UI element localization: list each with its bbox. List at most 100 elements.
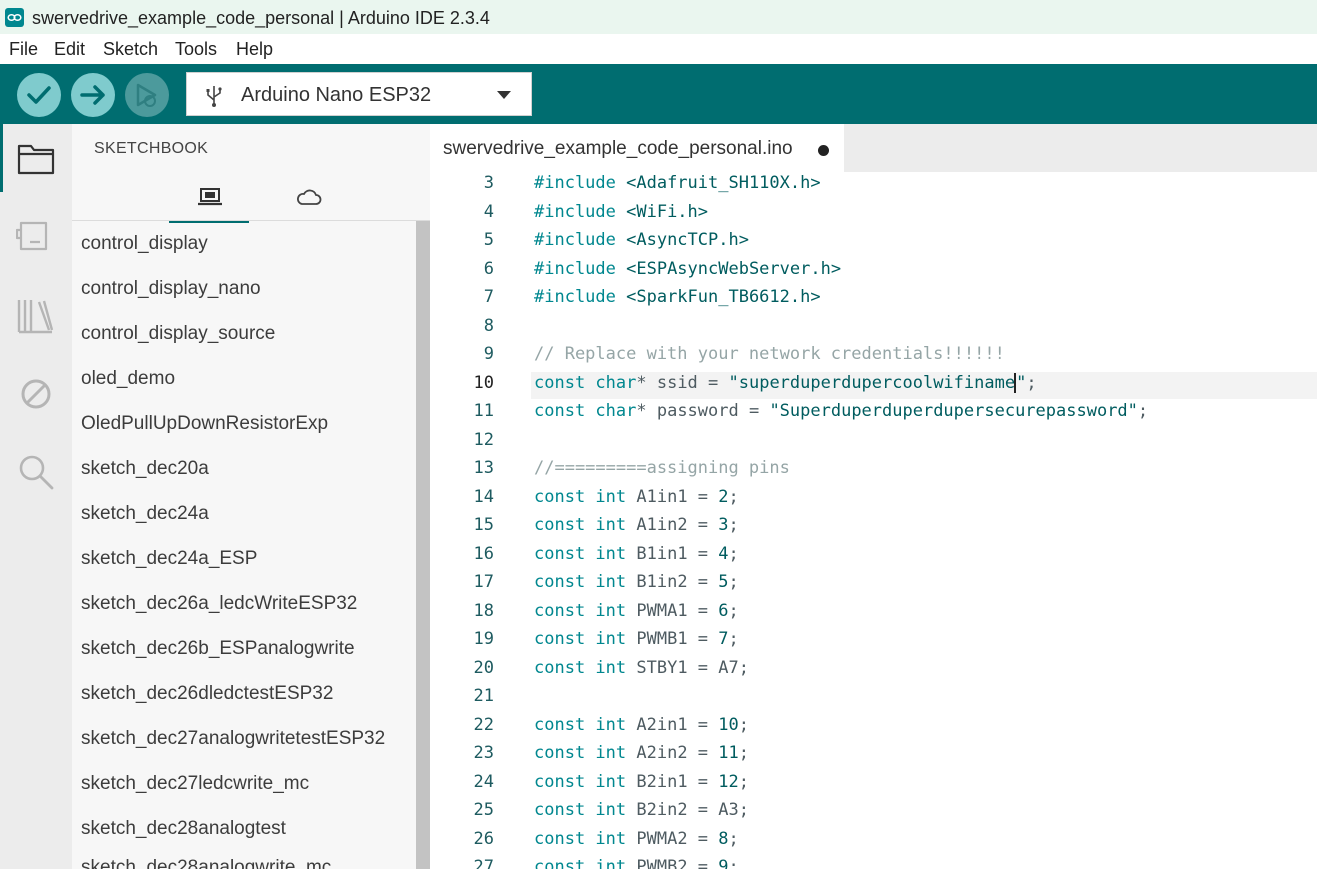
list-item[interactable]: sketch_dec27ledcwrite_mc: [81, 773, 309, 795]
line-number: 20: [473, 657, 494, 678]
code-line[interactable]: const int PWMA1 = 6;: [534, 601, 739, 621]
code-line[interactable]: const int PWMB1 = 7;: [534, 629, 739, 649]
code-line[interactable]: const char* password = "Superduperduperd…: [534, 401, 1148, 421]
code-token: <Adafruit_SH110X.h>: [626, 173, 821, 193]
code-token: const: [534, 372, 596, 393]
sketchbook-panel: SKETCHBOOK control_display control_displ…: [72, 124, 430, 869]
code-token: 3: [718, 515, 729, 535]
code-line[interactable]: const int STBY1 = A7;: [534, 658, 749, 678]
code-token: const: [534, 800, 596, 820]
code-token: STBY1 = A7;: [626, 657, 749, 678]
line-number: 17: [473, 572, 494, 592]
code-line[interactable]: #include <SparkFun_TB6612.h>: [534, 287, 821, 307]
line-number: 18: [473, 600, 494, 621]
code-token: char: [595, 401, 637, 421]
code-line[interactable]: const int A2in1 = 10;: [534, 715, 749, 735]
code-line[interactable]: const int B1in1 = 4;: [534, 544, 739, 564]
debug-icon: [136, 83, 157, 107]
code-token: "superduperdupercoolwifiname: [728, 372, 1016, 393]
line-number: 19: [473, 629, 494, 649]
list-item[interactable]: control_display_source: [81, 323, 275, 345]
code-token: const: [534, 857, 596, 869]
code-line[interactable]: //=========assigning pins: [534, 458, 790, 478]
code-line[interactable]: const int B1in2 = 5;: [534, 572, 739, 592]
code-line[interactable]: const int A2in2 = 11;: [534, 743, 749, 763]
list-item[interactable]: sketch_dec20a: [81, 458, 209, 480]
list-item[interactable]: oled_demo: [81, 368, 175, 390]
code-line[interactable]: const int B2in2 = A3;: [534, 800, 749, 820]
debug-off-icon[interactable]: [16, 376, 56, 412]
list-item[interactable]: OledPullUpDownResistorExp: [81, 413, 328, 435]
menu-help[interactable]: Help: [236, 39, 273, 60]
line-number: 12: [473, 429, 494, 450]
usb-icon: [206, 86, 222, 107]
list-item[interactable]: sketch_dec24a: [81, 503, 209, 525]
menu-edit[interactable]: Edit: [54, 39, 85, 60]
code-line[interactable]: const int B2in1 = 12;: [534, 772, 749, 792]
code-line[interactable]: const int A1in1 = 2;: [534, 487, 739, 507]
code-token: //=========assigning pins: [534, 458, 790, 478]
code-editor[interactable]: 3 #include <Adafruit_SH110X.h> 4 #include <…: [430, 172, 1317, 869]
code-line[interactable]: #include <ESPAsyncWebServer.h>: [534, 259, 841, 279]
activity-bar: [0, 124, 72, 869]
code-line[interactable]: const int A1in2 = 3;: [534, 515, 739, 535]
code-token: int: [595, 828, 627, 849]
verify-button[interactable]: [17, 73, 61, 117]
board-manager-icon[interactable]: [16, 218, 56, 254]
line-number: 16: [473, 543, 494, 564]
window-title: swervedrive_example_code_personal | Ardu…: [32, 8, 490, 28]
code-token: const: [534, 771, 596, 792]
code-line[interactable]: const int PWMA2 = 8;: [534, 829, 739, 849]
code-line[interactable]: #include <Adafruit_SH110X.h>: [534, 173, 821, 193]
code-line[interactable]: #include <WiFi.h>: [534, 202, 708, 222]
code-token: const: [534, 828, 596, 849]
code-line[interactable]: // Replace with your network credentials…: [534, 344, 1005, 364]
code-token: "Superduperduperdupersecurepassword": [769, 401, 1138, 421]
upload-button[interactable]: [71, 73, 115, 117]
code-token: const: [534, 401, 596, 421]
tab-local-sketchbook[interactable]: [169, 182, 249, 223]
code-token: ;: [728, 857, 739, 869]
code-token: int: [595, 657, 627, 678]
list-item[interactable]: sketch_dec27analogwritetestESP32: [81, 728, 385, 750]
search-icon[interactable]: [16, 452, 56, 492]
code-token: const: [534, 515, 596, 535]
editor-tab-label: swervedrive_example_code_personal.ino: [443, 138, 793, 159]
line-number: 6: [483, 258, 494, 279]
board-selector[interactable]: Arduino Nano ESP32: [186, 72, 532, 116]
list-item[interactable]: sketch_dec24a_ESP: [81, 548, 257, 570]
list-item[interactable]: sketch_dec28analogtest: [81, 818, 286, 840]
list-item[interactable]: sketch_dec26b_ESPanalogwrite: [81, 638, 355, 660]
code-token: ;: [728, 515, 739, 535]
list-item[interactable]: sketch_dec26dledctestESP32: [81, 683, 333, 705]
code-token: ;: [738, 771, 749, 792]
tab-cloud-sketchbook[interactable]: [268, 182, 348, 220]
line-number: 10: [473, 372, 494, 393]
line-number: 26: [473, 828, 494, 849]
line-number: 8: [483, 315, 494, 336]
code-line[interactable]: const char* ssid = "superduperdupercoolw…: [534, 372, 1037, 393]
code-token: const: [534, 629, 596, 649]
code-line[interactable]: #include <AsyncTCP.h>: [534, 230, 749, 250]
menu-sketch[interactable]: Sketch: [103, 39, 158, 60]
list-item[interactable]: sketch_dec28analogwrite_mc: [81, 857, 331, 869]
code-token: int: [595, 800, 627, 820]
debug-button[interactable]: [125, 73, 169, 117]
code-token: 12: [718, 771, 739, 792]
list-item[interactable]: control_display_nano: [81, 278, 261, 300]
menu-file[interactable]: File: [9, 39, 38, 60]
code-token: int: [595, 486, 627, 507]
unsaved-dot-icon[interactable]: [818, 145, 829, 156]
library-icon[interactable]: [16, 296, 56, 336]
sidebar-scrollbar[interactable]: [416, 221, 430, 869]
folder-icon[interactable]: [16, 140, 56, 176]
code-token: ;: [1137, 401, 1149, 421]
editor-tab[interactable]: swervedrive_example_code_personal.ino: [430, 124, 844, 172]
code-token: B2in2 = A3;: [626, 800, 749, 820]
list-item[interactable]: control_display: [81, 233, 208, 255]
line-number: 15: [473, 515, 494, 535]
code-token: PWMA2 =: [626, 828, 719, 849]
list-item[interactable]: sketch_dec26a_ledcWriteESP32: [81, 593, 357, 615]
code-line[interactable]: const int PWMB2 = 9;: [534, 857, 739, 869]
menu-tools[interactable]: Tools: [175, 39, 217, 60]
